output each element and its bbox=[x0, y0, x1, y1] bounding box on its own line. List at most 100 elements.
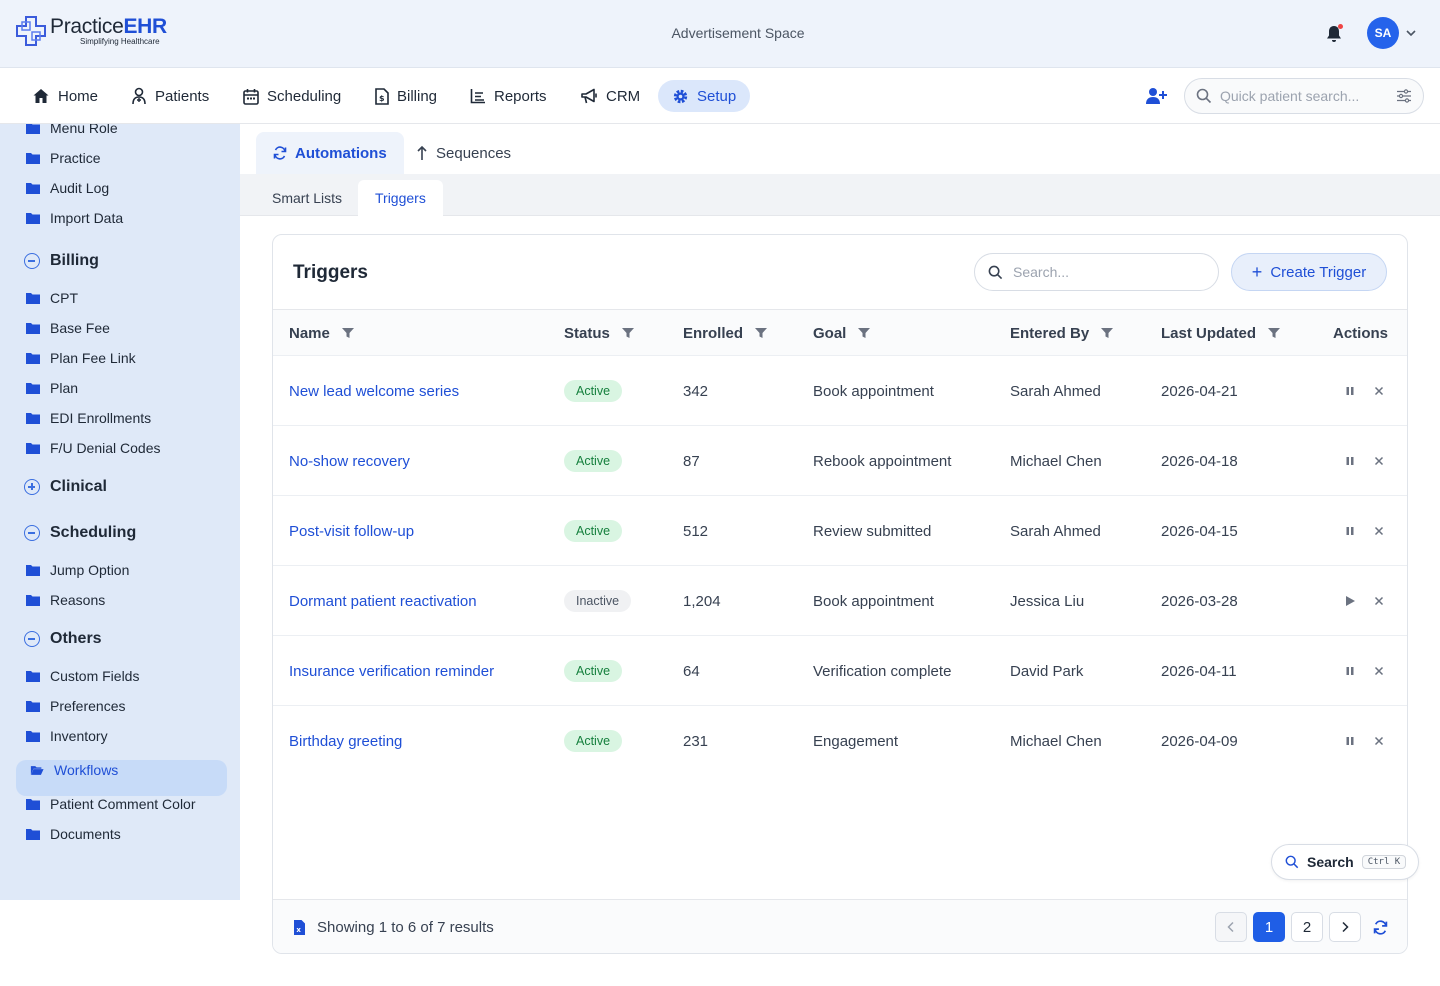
filter-icon[interactable] bbox=[341, 328, 354, 338]
pause-icon[interactable] bbox=[1344, 665, 1356, 677]
sidebar-item-menu-role[interactable]: Menu Role bbox=[26, 124, 118, 138]
tab-automations[interactable]: Automations bbox=[256, 132, 404, 174]
table-row[interactable]: New lead welcome series Active 342 Book app… bbox=[273, 355, 1407, 426]
sidebar-item-import-data[interactable]: Import Data bbox=[26, 208, 123, 228]
refresh-icon[interactable] bbox=[1373, 920, 1388, 935]
tab-triggers[interactable]: Triggers bbox=[358, 180, 443, 216]
table-row[interactable]: Dormant patient reactivation Inactive 1,20… bbox=[273, 565, 1407, 636]
entered-by-cell: Michael Chen bbox=[1010, 732, 1102, 750]
sidebar-item-custom-fields[interactable]: Custom Fields bbox=[26, 666, 139, 686]
sidebar-item-base-fee[interactable]: Base Fee bbox=[26, 318, 110, 338]
create-trigger-button[interactable]: + Create Trigger bbox=[1231, 253, 1387, 291]
column-header-label: Status bbox=[564, 324, 610, 342]
trigger-name-link[interactable]: Post-visit follow-up bbox=[289, 496, 414, 566]
triggers-search-input[interactable] bbox=[1013, 264, 1193, 280]
column-header-entered-by[interactable]: Entered By bbox=[1010, 310, 1114, 356]
nav-billing[interactable]: $ Billing bbox=[361, 80, 451, 112]
sidebar-item-reasons[interactable]: Reasons bbox=[26, 590, 105, 610]
play-icon[interactable] bbox=[1344, 595, 1356, 607]
column-header-actions[interactable]: Actions bbox=[1333, 310, 1388, 356]
trigger-name-link[interactable]: Dormant patient reactivation bbox=[289, 566, 477, 636]
add-patient-icon[interactable] bbox=[1144, 84, 1168, 108]
close-icon[interactable] bbox=[1373, 595, 1385, 607]
table-row[interactable]: Post-visit follow-up Active 512 Review subm… bbox=[273, 495, 1407, 566]
page-2-button[interactable]: 2 bbox=[1291, 912, 1323, 942]
keyboard-shortcut: Ctrl K bbox=[1361, 855, 1407, 869]
filter-icon[interactable] bbox=[1101, 328, 1114, 338]
expand-icon bbox=[24, 479, 40, 495]
filter-sliders-icon[interactable] bbox=[1396, 89, 1412, 103]
sidebar-item-plan-fee-link[interactable]: Plan Fee Link bbox=[26, 348, 136, 368]
pause-icon[interactable] bbox=[1344, 735, 1356, 747]
sidebar-item-practice[interactable]: Practice bbox=[26, 148, 101, 168]
column-header-goal[interactable]: Goal bbox=[813, 310, 871, 356]
excel-export-icon[interactable]: x bbox=[293, 919, 306, 936]
table-row[interactable]: No-show recovery Active 87 Rebook appointme… bbox=[273, 425, 1407, 496]
entered-by-cell: Sarah Ahmed bbox=[1010, 382, 1101, 400]
nav-scheduling[interactable]: Scheduling bbox=[229, 80, 355, 112]
trigger-name-link[interactable]: Birthday greeting bbox=[289, 706, 402, 776]
prev-page-button[interactable] bbox=[1215, 912, 1247, 942]
nav-reports[interactable]: Reports bbox=[456, 80, 561, 112]
sidebar-item-label: Jump Option bbox=[50, 562, 130, 578]
sidebar-item-label: Patient Comment Color bbox=[50, 796, 196, 812]
nav-patients[interactable]: Patients bbox=[117, 80, 223, 112]
pause-icon[interactable] bbox=[1344, 455, 1356, 467]
tab-smart-lists[interactable]: Smart Lists bbox=[255, 180, 359, 216]
nav-home[interactable]: Home bbox=[18, 80, 112, 112]
sidebar-group-scheduling[interactable]: Scheduling bbox=[24, 524, 136, 542]
filter-icon[interactable] bbox=[621, 328, 634, 338]
sidebar-group-label: Billing bbox=[50, 252, 99, 269]
trigger-name-link[interactable]: Insurance verification reminder bbox=[289, 636, 494, 706]
status-badge: Active bbox=[564, 380, 623, 402]
card-title: Triggers bbox=[293, 262, 368, 283]
next-page-button[interactable] bbox=[1329, 912, 1361, 942]
quick-search-input[interactable] bbox=[1220, 88, 1390, 104]
sidebar-item-patient-comment-color[interactable]: Patient Comment Color bbox=[26, 794, 196, 814]
close-icon[interactable] bbox=[1373, 455, 1385, 467]
trigger-name-link[interactable]: No-show recovery bbox=[289, 426, 410, 496]
sidebar-item-preferences[interactable]: Preferences bbox=[26, 696, 125, 716]
nav-crm[interactable]: CRM bbox=[567, 80, 654, 112]
close-icon[interactable] bbox=[1373, 385, 1385, 397]
sidebar-item-documents[interactable]: Documents bbox=[26, 824, 121, 844]
user-avatar[interactable]: SA bbox=[1367, 17, 1399, 49]
pause-icon[interactable] bbox=[1344, 385, 1356, 397]
filter-icon[interactable] bbox=[755, 328, 768, 338]
table-row[interactable]: Insurance verification reminder Active 64 V… bbox=[273, 635, 1407, 706]
column-header-status[interactable]: Status bbox=[564, 310, 634, 356]
close-icon[interactable] bbox=[1373, 665, 1385, 677]
sidebar-item-jump-option[interactable]: Jump Option bbox=[26, 560, 129, 580]
column-header-label: Actions bbox=[1333, 324, 1389, 342]
close-icon[interactable] bbox=[1373, 735, 1385, 747]
pause-icon[interactable] bbox=[1344, 525, 1356, 537]
column-header-last-updated[interactable]: Last Updated bbox=[1161, 310, 1281, 356]
page-1-button[interactable]: 1 bbox=[1253, 912, 1285, 942]
quick-patient-search[interactable] bbox=[1184, 78, 1424, 114]
sidebar-item-f-u-denial-codes[interactable]: F/U Denial Codes bbox=[26, 438, 161, 458]
sidebar-item-audit-log[interactable]: Audit Log bbox=[26, 178, 109, 198]
sidebar-group-others[interactable]: Others bbox=[24, 630, 102, 648]
chevron-down-icon[interactable] bbox=[1404, 26, 1418, 40]
sidebar-group-label: Scheduling bbox=[50, 524, 137, 541]
trigger-name-link[interactable]: New lead welcome series bbox=[289, 356, 459, 426]
sidebar-item-workflows[interactable]: Workflows bbox=[30, 760, 118, 780]
triggers-card: Triggers + Create Trigger Name Status Enro… bbox=[272, 234, 1408, 954]
sidebar-item-edi-enrollments[interactable]: EDI Enrollments bbox=[26, 408, 151, 428]
sidebar-item-cpt[interactable]: CPT bbox=[26, 288, 78, 308]
floating-search-button[interactable]: Search Ctrl K bbox=[1271, 844, 1419, 880]
sidebar-group-billing[interactable]: Billing bbox=[24, 252, 99, 270]
tab-sequences[interactable]: Sequences bbox=[399, 132, 528, 174]
close-icon[interactable] bbox=[1373, 525, 1385, 537]
column-header-enrolled[interactable]: Enrolled bbox=[683, 310, 768, 356]
triggers-search[interactable] bbox=[974, 253, 1219, 291]
sidebar-item-plan[interactable]: Plan bbox=[26, 378, 78, 398]
sidebar-item-inventory[interactable]: Inventory bbox=[26, 726, 108, 746]
filter-icon[interactable] bbox=[858, 328, 871, 338]
filter-icon[interactable] bbox=[1268, 328, 1281, 338]
sidebar-group-clinical[interactable]: Clinical bbox=[24, 478, 107, 496]
table-row[interactable]: Birthday greeting Active 231 Engagement Mich… bbox=[273, 705, 1407, 776]
column-header-name[interactable]: Name bbox=[289, 310, 354, 356]
nav-setup[interactable]: Setup bbox=[658, 80, 751, 112]
setup-sidebar: Menu Role Practice Audit Log Import Data Bil… bbox=[0, 124, 240, 900]
